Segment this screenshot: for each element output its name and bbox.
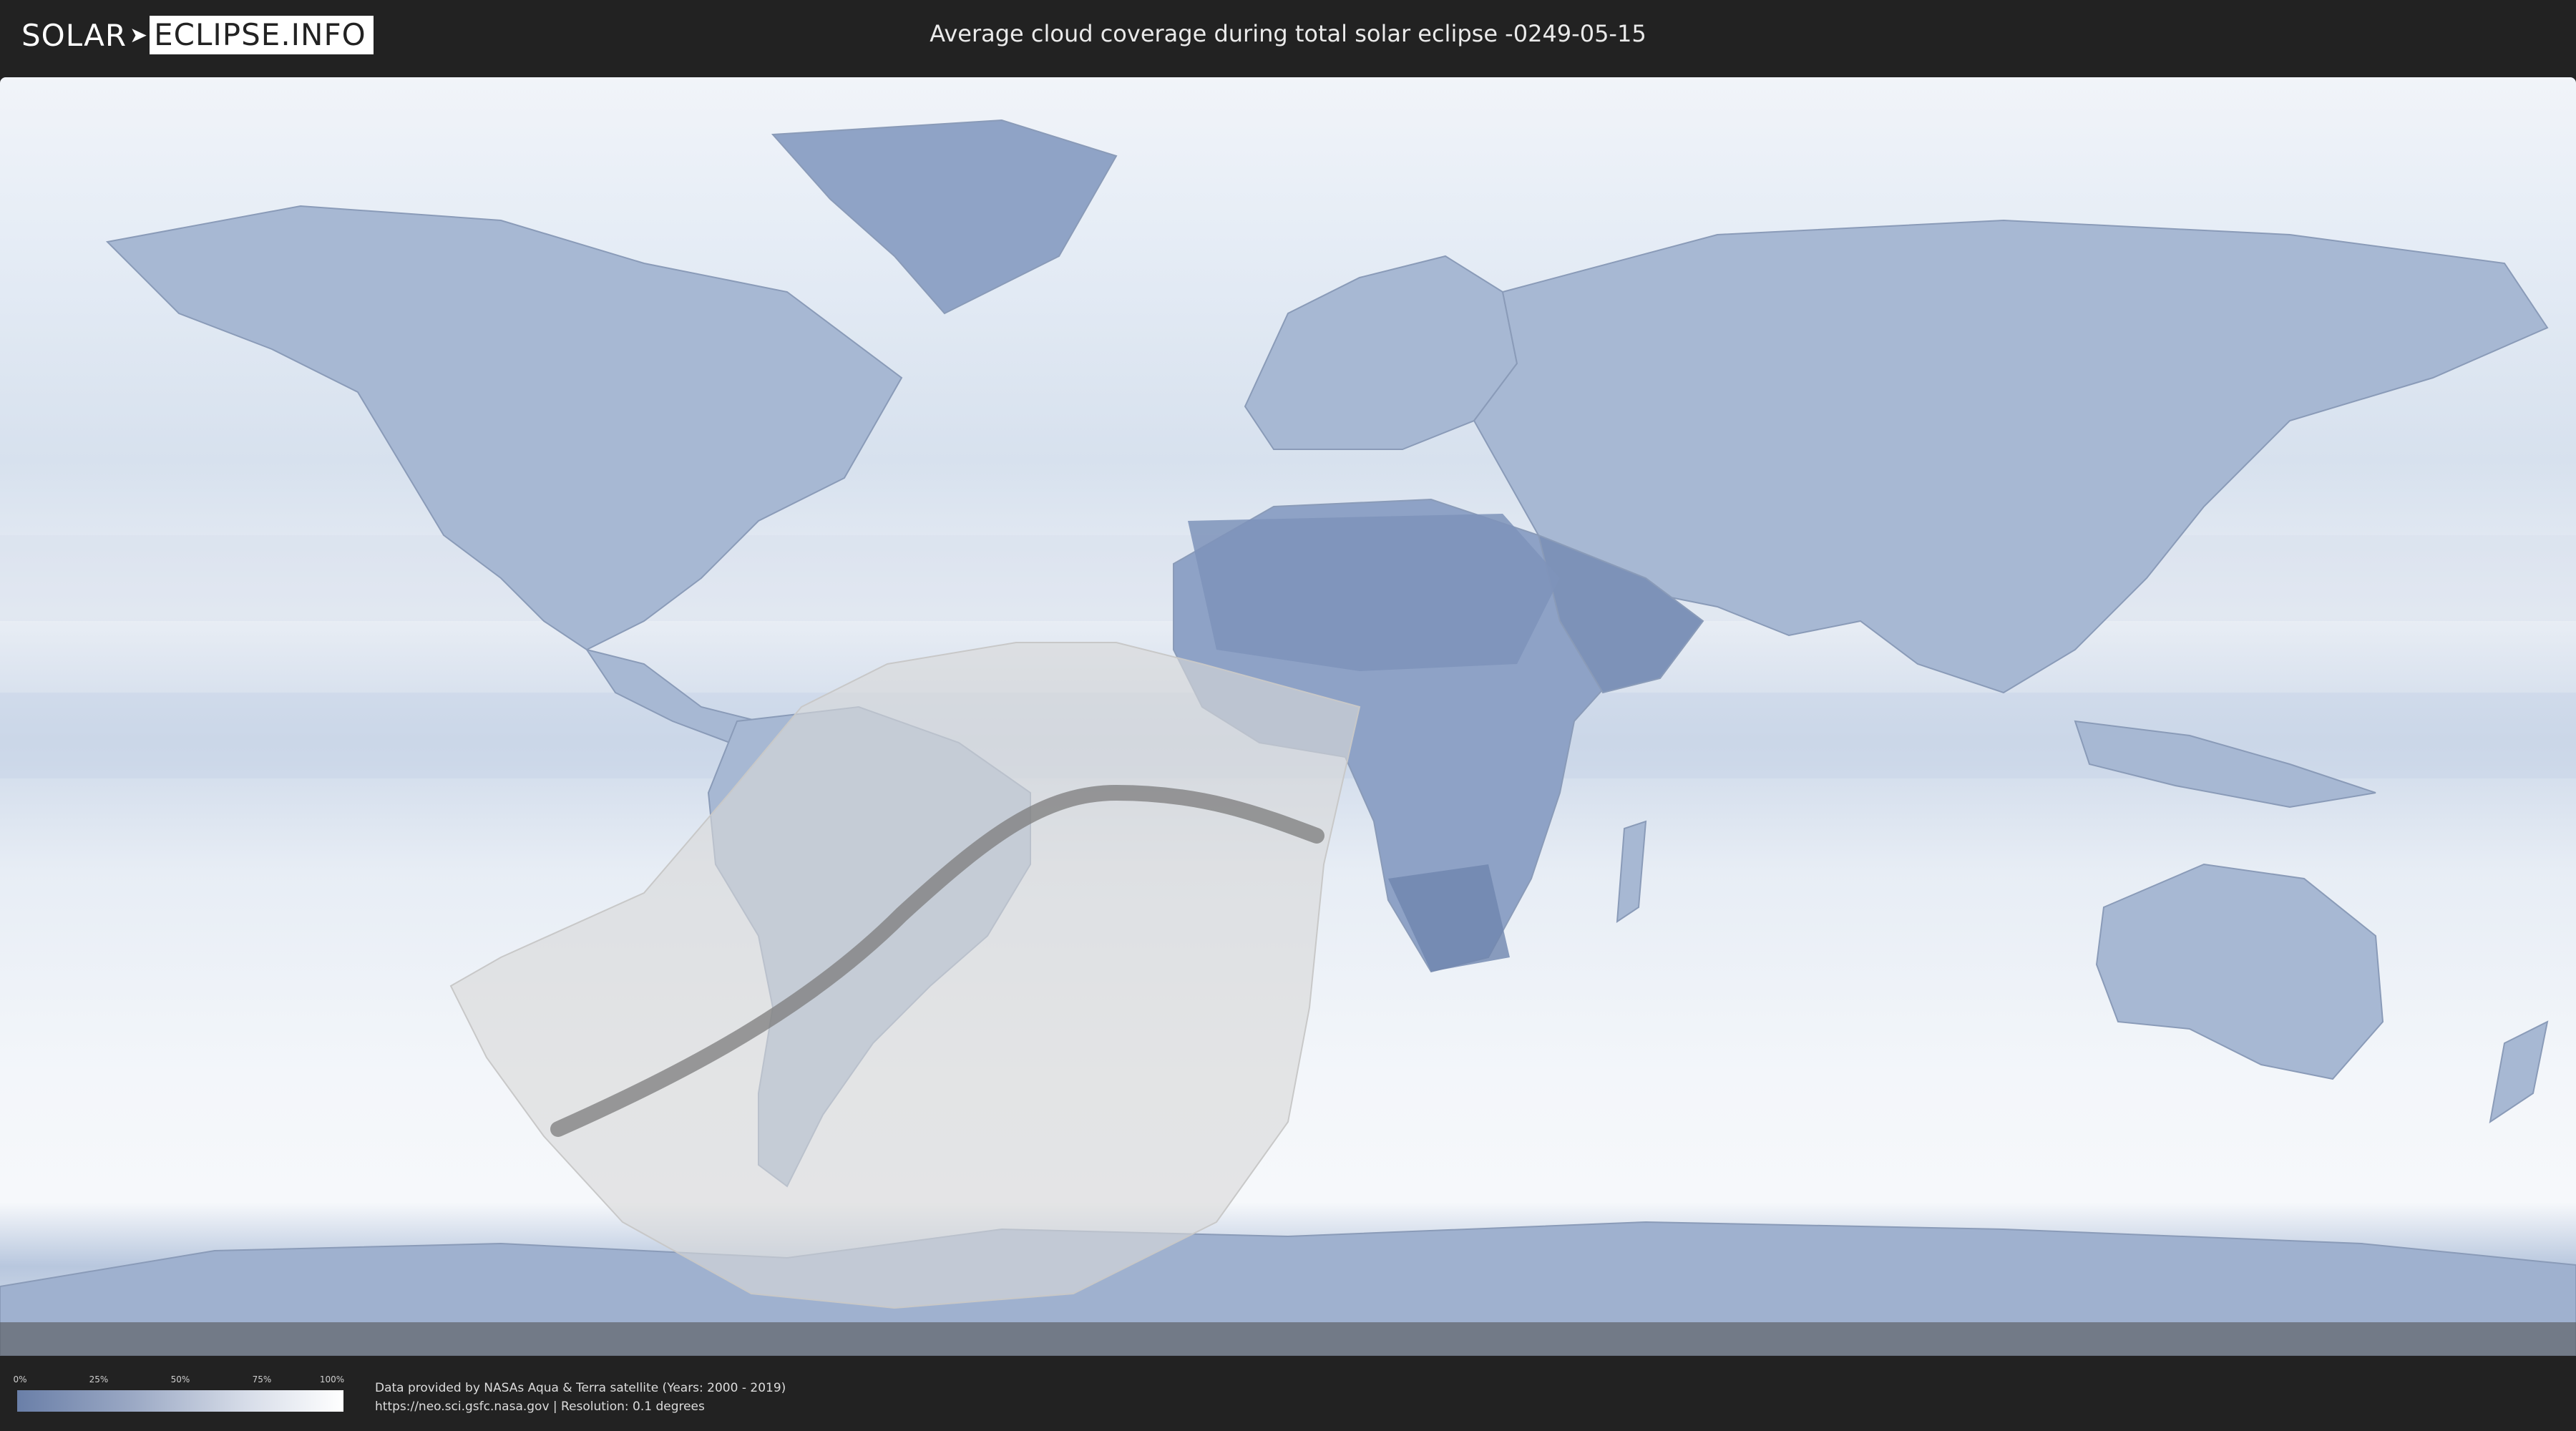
legend-tick-100: 100% (319, 1374, 345, 1384)
header-bar: SOLAR ➤ ECLIPSE.INFO Average cloud cover… (0, 0, 2576, 72)
sahara-clear-sky (1188, 514, 1560, 671)
legend-tick-0: 0% (13, 1374, 27, 1384)
world-map-svg (0, 77, 2576, 1356)
legend-color-ramp (17, 1390, 343, 1412)
cloud-coverage-map (0, 77, 2576, 1356)
polar-dark-strip (0, 1322, 2576, 1356)
data-credits: Data provided by NASAs Aqua & Terra sate… (375, 1379, 786, 1416)
legend-tick-25: 25% (89, 1374, 109, 1384)
legend-tick-50: 50% (170, 1374, 190, 1384)
legend-ticks: 0% 25% 50% 75% 100% (13, 1374, 345, 1389)
page-title: Average cloud coverage during total sola… (930, 20, 1646, 47)
credits-line-source: Data provided by NASAs Aqua & Terra sate… (375, 1381, 786, 1395)
cloud-coverage-legend: 0% 25% 50% 75% 100% (13, 1374, 345, 1412)
legend-tick-75: 75% (252, 1374, 272, 1384)
footer-bar: 0% 25% 50% 75% 100% Data provided by NAS… (0, 1357, 2576, 1431)
credits-line-url: https://neo.sci.gsfc.nasa.gov | Resoluti… (375, 1400, 705, 1414)
